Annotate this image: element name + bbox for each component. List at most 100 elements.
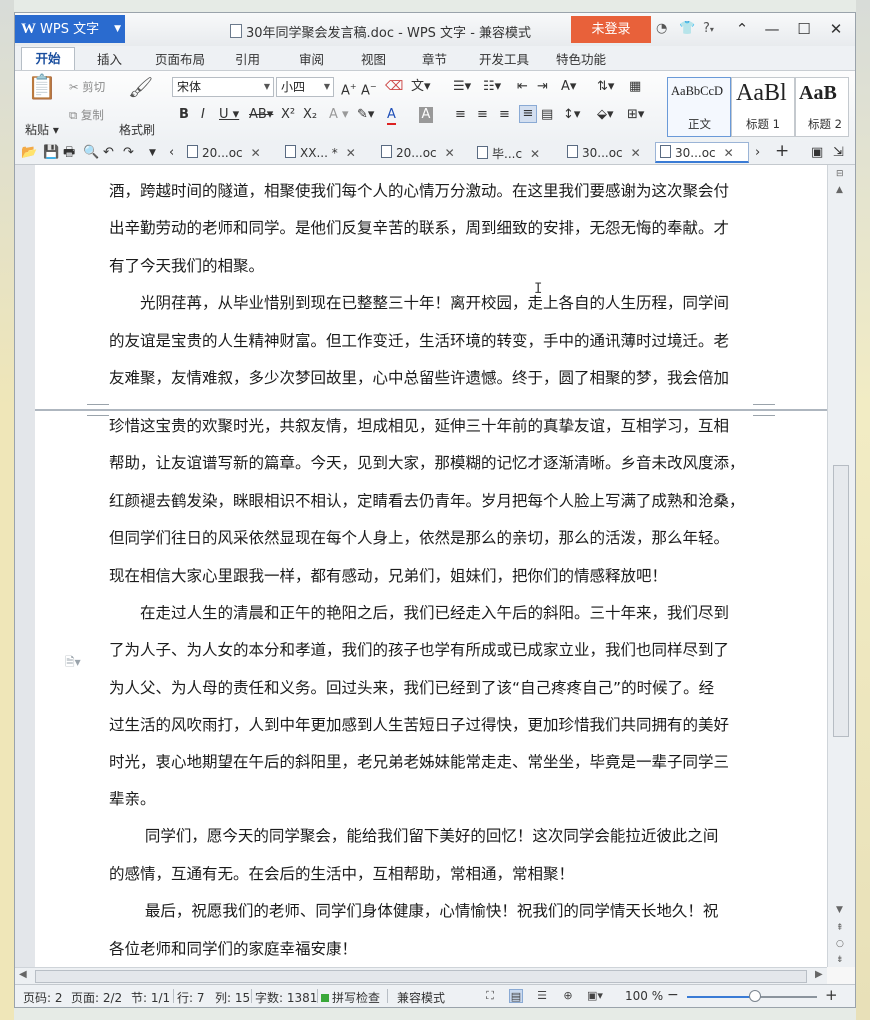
text-direction-icon[interactable]: A▾ <box>561 79 576 95</box>
shrink-font-icon[interactable]: A− <box>361 79 377 99</box>
font-size-select[interactable]: 小四 ▼ <box>276 77 334 97</box>
horizontal-scrollbar[interactable]: ◀ ▶ <box>15 967 827 985</box>
bullet-list-icon[interactable]: ☰▾ <box>453 79 471 95</box>
help-button[interactable]: ?▾ <box>703 21 714 36</box>
highlight-icon[interactable]: ✎▾ <box>357 107 374 123</box>
bold-icon[interactable]: B <box>179 107 189 123</box>
status-word-count[interactable]: 字数: 1381 <box>255 989 317 1006</box>
scroll-right-icon[interactable]: ▶ <box>815 969 823 980</box>
doc-tab[interactable]: 毕...c ✕ <box>477 145 540 162</box>
tab-references[interactable]: 引用 <box>235 49 260 68</box>
doc-tab[interactable]: XX... * ✕ <box>285 145 356 160</box>
justify-icon[interactable]: ≡ <box>519 105 537 123</box>
zoom-slider-knob[interactable] <box>749 990 761 1002</box>
superscript-icon[interactable]: X² <box>281 107 295 123</box>
print-preview-icon[interactable]: 🔍 <box>83 145 99 161</box>
border-icon[interactable]: ⊞▾ <box>627 107 644 123</box>
redo-icon[interactable]: ↷ <box>123 145 134 161</box>
page-view-icon[interactable]: ▤ <box>509 989 523 1003</box>
align-center-icon[interactable]: ≡ <box>477 107 488 123</box>
tab-insert[interactable]: 插入 <box>97 49 122 68</box>
doc-tab[interactable]: 20...oc ✕ <box>381 145 455 160</box>
distributed-align-icon[interactable]: ▤ <box>541 107 553 123</box>
tab-scroll-right-icon[interactable]: › <box>755 145 760 161</box>
close-icon[interactable]: ✕ <box>724 146 734 160</box>
login-button[interactable]: 未登录 <box>571 16 651 43</box>
status-page-number[interactable]: 页码: 2 <box>23 989 63 1006</box>
web-view-icon[interactable]: ⊕ <box>561 989 575 1003</box>
scroll-left-icon[interactable]: ◀ <box>19 969 27 980</box>
vertical-scroll-thumb[interactable] <box>833 465 849 737</box>
status-pages[interactable]: 页面: 2/2 <box>71 989 122 1006</box>
tab-developer[interactable]: 开发工具 <box>479 49 529 68</box>
style-heading-2[interactable]: AaB 标题 2 <box>795 77 849 137</box>
scroll-down-icon[interactable]: ▼ <box>836 905 843 915</box>
char-shading-icon[interactable]: A <box>419 107 433 123</box>
zoom-in-button[interactable]: + <box>825 986 838 1004</box>
horizontal-scroll-thumb[interactable] <box>35 970 807 983</box>
new-tab-icon[interactable]: + <box>775 143 789 160</box>
window-list-icon[interactable]: ▣ <box>811 145 823 161</box>
document-page[interactable]: 酒，跨越时间的隧道，相聚使我们每个人的心情万分激动。在这里我们要感谢为这次聚会付… <box>35 165 827 967</box>
undo-icon[interactable]: ↶ <box>103 145 114 161</box>
line-spacing-icon[interactable]: ↕▾ <box>563 107 580 123</box>
paragraph-marker-icon[interactable]: 🗎▾ <box>65 653 81 674</box>
table-icon[interactable]: ▦ <box>629 79 641 95</box>
paste-icon[interactable]: 📋 <box>27 75 57 99</box>
text-effect-icon[interactable]: A ▾ <box>329 107 349 123</box>
next-page-icon[interactable]: ⇟ <box>836 955 844 965</box>
align-right-icon[interactable]: ≡ <box>499 107 510 123</box>
split-view-icon[interactable]: ⊟ <box>836 169 844 179</box>
format-painter-button[interactable]: 格式刷 <box>119 121 155 138</box>
tab-chapter[interactable]: 章节 <box>422 49 447 68</box>
grow-font-icon[interactable]: A+ <box>341 79 357 99</box>
close-icon[interactable]: ✕ <box>445 146 455 160</box>
paste-button[interactable]: 粘贴 ▾ <box>25 121 59 138</box>
page-gap-handle-left[interactable] <box>87 404 109 416</box>
shading-icon[interactable]: ⬙▾ <box>597 107 614 123</box>
quick-access-dropdown-icon[interactable]: ▼ <box>149 145 156 161</box>
tab-page-layout[interactable]: 页面布局 <box>155 49 205 68</box>
close-icon[interactable]: ✕ <box>530 147 540 161</box>
tab-view[interactable]: 视图 <box>361 49 386 68</box>
open-icon[interactable]: 📂 <box>21 145 37 161</box>
vertical-scrollbar[interactable]: ⊟ ▲ ▼ ⇞ ○ ⇟ <box>827 165 855 967</box>
format-painter-icon[interactable]: 🖌 <box>128 77 153 97</box>
style-normal[interactable]: AaBbCcD 正文 <box>667 77 731 137</box>
feedback-icon[interactable]: ◔ <box>656 21 667 36</box>
tab-home[interactable]: 开始 <box>21 47 75 70</box>
wps-menu-button[interactable]: W WPS 文字 ▼ <box>15 15 125 43</box>
align-left-icon[interactable]: ≡ <box>455 107 466 123</box>
clear-format-icon[interactable]: ⌫ <box>385 79 403 95</box>
close-icon[interactable]: ✕ <box>346 146 356 160</box>
prev-page-icon[interactable]: ⇞ <box>836 923 844 933</box>
doc-tab-active[interactable]: 30...oc ✕ <box>655 142 749 163</box>
tab-special-features[interactable]: 特色功能 <box>556 49 606 68</box>
doc-tab[interactable]: 30...oc ✕ <box>567 145 641 160</box>
italic-icon[interactable]: I <box>201 107 205 123</box>
tab-scroll-left-icon[interactable]: ‹ <box>169 145 174 161</box>
close-icon[interactable]: ✕ <box>251 146 261 160</box>
fullscreen-view-icon[interactable]: ⛶ <box>483 989 497 1003</box>
save-icon[interactable]: 💾 <box>43 145 59 161</box>
decrease-indent-icon[interactable]: ⇤ <box>517 79 528 95</box>
minimize-button[interactable]: — <box>759 18 785 40</box>
collapse-ribbon-button[interactable]: ⌃ <box>729 18 755 40</box>
tab-review[interactable]: 审阅 <box>299 49 324 68</box>
cut-button[interactable]: ✂ 剪切 <box>69 79 105 95</box>
font-color-icon[interactable]: A <box>387 107 396 125</box>
underline-icon[interactable]: U ▾ <box>219 107 239 123</box>
subscript-icon[interactable]: X₂ <box>303 107 317 123</box>
doc-tab[interactable]: 20...oc ✕ <box>187 145 261 160</box>
close-button[interactable]: ✕ <box>823 18 849 40</box>
strikethrough-icon[interactable]: AB▾ <box>249 107 273 123</box>
page-gap-handle-right[interactable] <box>753 404 775 416</box>
outline-view-icon[interactable]: ☰ <box>535 989 549 1003</box>
phonetic-icon[interactable]: 文▾ <box>411 79 431 95</box>
copy-button[interactable]: ⧉ 复制 <box>69 107 104 123</box>
sort-icon[interactable]: ⇅▾ <box>597 79 614 95</box>
maximize-button[interactable]: ☐ <box>791 18 817 40</box>
font-name-select[interactable]: 宋体 ▼ <box>172 77 274 97</box>
increase-indent-icon[interactable]: ⇥ <box>537 79 548 95</box>
select-browse-object-icon[interactable]: ○ <box>836 939 844 949</box>
